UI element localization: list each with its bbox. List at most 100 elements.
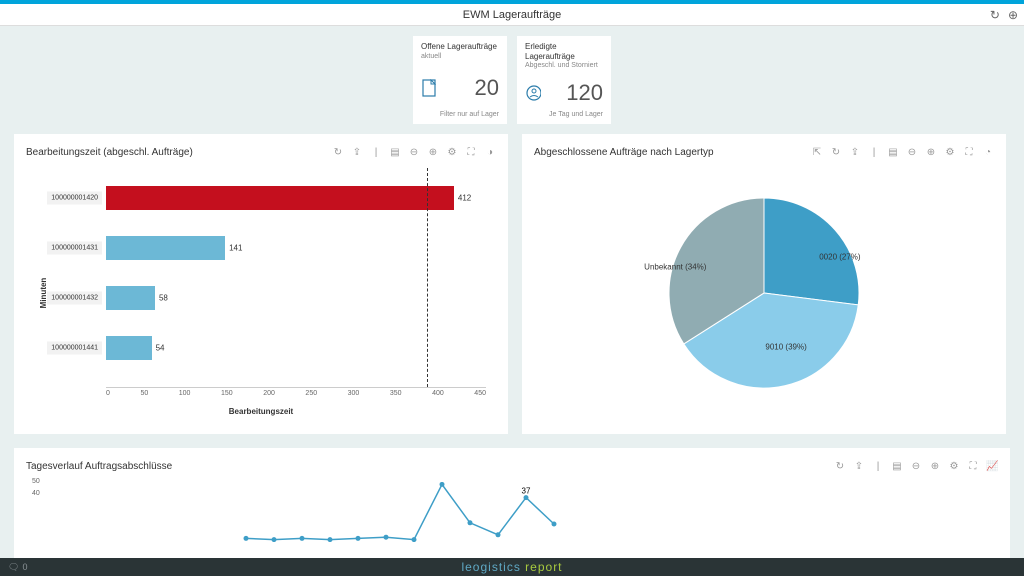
zoom-out-icon[interactable]: ⊖: [910, 461, 922, 472]
header-actions: ↻ ⊕: [990, 8, 1018, 22]
panel-toolbar: ⇱ ↻ ⇪ | ▤ ⊖ ⊕ ⚙ ⛶ ◔: [811, 147, 994, 158]
bar-row: 100000001431 141: [106, 233, 486, 263]
line-svg: 37: [46, 482, 1006, 542]
line-point[interactable]: [328, 537, 333, 542]
line-series: [246, 484, 554, 539]
line-point[interactable]: [384, 535, 389, 540]
bar-value-label: 141: [229, 244, 242, 253]
legend-icon[interactable]: ▤: [389, 147, 401, 158]
bar-row: 100000001420 412: [106, 183, 486, 213]
tile-value: 120: [566, 80, 603, 106]
export-icon[interactable]: ⇪: [351, 147, 363, 158]
zoom-in-icon[interactable]: ⊕: [929, 461, 941, 472]
bar[interactable]: 54: [106, 336, 152, 360]
zoom-in-icon[interactable]: ⊕: [427, 147, 439, 158]
chart-type-icon[interactable]: ◑: [484, 147, 496, 158]
panel-pie-chart: Abgeschlossene Aufträge nach Lagertyp ⇱ …: [522, 134, 1006, 434]
refresh-icon[interactable]: ↻: [332, 147, 344, 158]
share-icon[interactable]: ⇱: [811, 147, 823, 158]
x-tick: 400: [432, 390, 444, 400]
pie-chart: 0020 (27%)9010 (39%)Unbekannt (34%): [534, 168, 994, 418]
x-tick: 350: [390, 390, 402, 400]
refresh-icon[interactable]: ↻: [830, 147, 842, 158]
tile-subtitle: Abgeschl. und Storniert: [525, 62, 603, 69]
bar[interactable]: 58: [106, 286, 155, 310]
kpi-tile-row: Offene Lageraufträge aktuell 20 Filter n…: [0, 26, 1024, 134]
notification-count: 0: [22, 562, 27, 572]
line-annotation: 37: [522, 487, 531, 496]
chart-type-icon[interactable]: ◔: [982, 147, 994, 158]
panel-title: Tagesverlauf Auftragsabschlüsse: [26, 461, 172, 472]
line-point[interactable]: [496, 532, 501, 537]
y-tick: 40: [32, 490, 40, 497]
divider-icon: |: [872, 461, 884, 472]
x-axis-ticks: 050100150200250300350400450: [106, 390, 486, 400]
bar-plot-area: 100000001420 412 100000001431 141 10000000…: [106, 168, 486, 388]
line-point[interactable]: [524, 495, 529, 500]
tile-subtitle: aktuell: [421, 53, 499, 60]
line-plot-area: 37 4050: [46, 482, 998, 542]
refresh-icon[interactable]: ↻: [834, 461, 846, 472]
bar-category-label: 100000001431: [47, 242, 102, 255]
line-point[interactable]: [356, 536, 361, 541]
bar-value-label: 412: [458, 194, 471, 203]
fullscreen-icon[interactable]: ⛶: [963, 147, 975, 158]
divider-icon: |: [370, 147, 382, 158]
page-title: EWM Lageraufträge: [463, 9, 561, 21]
panel-toolbar: ↻ ⇪ | ▤ ⊖ ⊕ ⚙ ⛶ 📈: [834, 461, 998, 472]
line-point[interactable]: [244, 536, 249, 541]
bar[interactable]: 412: [106, 186, 454, 210]
settings-icon[interactable]: ⚙: [446, 147, 458, 158]
brand-part-a: leogistics: [461, 560, 520, 574]
line-point[interactable]: [552, 522, 557, 527]
x-tick: 100: [179, 390, 191, 400]
export-icon[interactable]: ⇪: [849, 147, 861, 158]
globe-icon[interactable]: ⊕: [1008, 8, 1018, 22]
line-point[interactable]: [272, 537, 277, 542]
settings-icon[interactable]: ⚙: [948, 461, 960, 472]
bar-chart: Minuten 100000001420 412100000001431 141…: [26, 168, 496, 418]
tile-value: 20: [475, 75, 499, 101]
refresh-icon[interactable]: ↻: [990, 8, 1000, 22]
line-point[interactable]: [468, 520, 473, 525]
pie-slice-label: 9010 (39%): [765, 342, 806, 351]
line-point[interactable]: [412, 537, 417, 542]
panel-bar-chart: Bearbeitungszeit (abgeschl. Aufträge) ↻ …: [14, 134, 508, 434]
bar-category-label: 100000001432: [47, 292, 102, 305]
zoom-out-icon[interactable]: ⊖: [408, 147, 420, 158]
pie-svg: [654, 183, 874, 403]
bar[interactable]: 141: [106, 236, 225, 260]
x-tick: 50: [140, 390, 148, 400]
kpi-tile[interactable]: Offene Lageraufträge aktuell 20 Filter n…: [413, 36, 507, 124]
footer-bar: 🗨 0 leogistics report: [0, 558, 1024, 576]
tile-footer: Filter nur auf Lager: [421, 111, 499, 118]
tile-footer: Je Tag und Lager: [525, 111, 603, 118]
settings-icon[interactable]: ⚙: [944, 147, 956, 158]
kpi-tile[interactable]: Erledigte Lageraufträge Abgeschl. und St…: [517, 36, 611, 124]
bar-row: 100000001441 54: [106, 333, 486, 363]
panel-line-chart: Tagesverlauf Auftragsabschlüsse ↻ ⇪ | ▤ …: [14, 448, 1010, 558]
legend-icon[interactable]: ▤: [887, 147, 899, 158]
panel-toolbar: ↻ ⇪ | ▤ ⊖ ⊕ ⚙ ⛶ ◑: [332, 147, 496, 158]
panel-title: Abgeschlossene Aufträge nach Lagertyp: [534, 147, 714, 158]
line-point[interactable]: [300, 536, 305, 541]
export-icon[interactable]: ⇪: [853, 461, 865, 472]
legend-icon[interactable]: ▤: [891, 461, 903, 472]
pie-slice-label: 0020 (27%): [819, 252, 860, 261]
bar-row: 100000001432 58: [106, 283, 486, 313]
tile-title: Erledigte Lageraufträge: [525, 42, 603, 61]
line-point[interactable]: [440, 482, 445, 487]
x-tick: 250: [305, 390, 317, 400]
fullscreen-icon[interactable]: ⛶: [967, 461, 979, 472]
zoom-in-icon[interactable]: ⊕: [925, 147, 937, 158]
bar-value-label: 54: [156, 344, 165, 353]
zoom-out-icon[interactable]: ⊖: [906, 147, 918, 158]
notification-icon[interactable]: 🗨: [8, 562, 19, 573]
bar-category-label: 100000001441: [47, 342, 102, 355]
fullscreen-icon[interactable]: ⛶: [465, 147, 477, 158]
x-tick: 150: [221, 390, 233, 400]
brand-logo: leogistics report: [461, 560, 562, 574]
bar-value-label: 58: [159, 294, 168, 303]
chart-type-icon[interactable]: 📈: [986, 461, 998, 472]
panel-row: Bearbeitungszeit (abgeschl. Aufträge) ↻ …: [0, 134, 1024, 434]
